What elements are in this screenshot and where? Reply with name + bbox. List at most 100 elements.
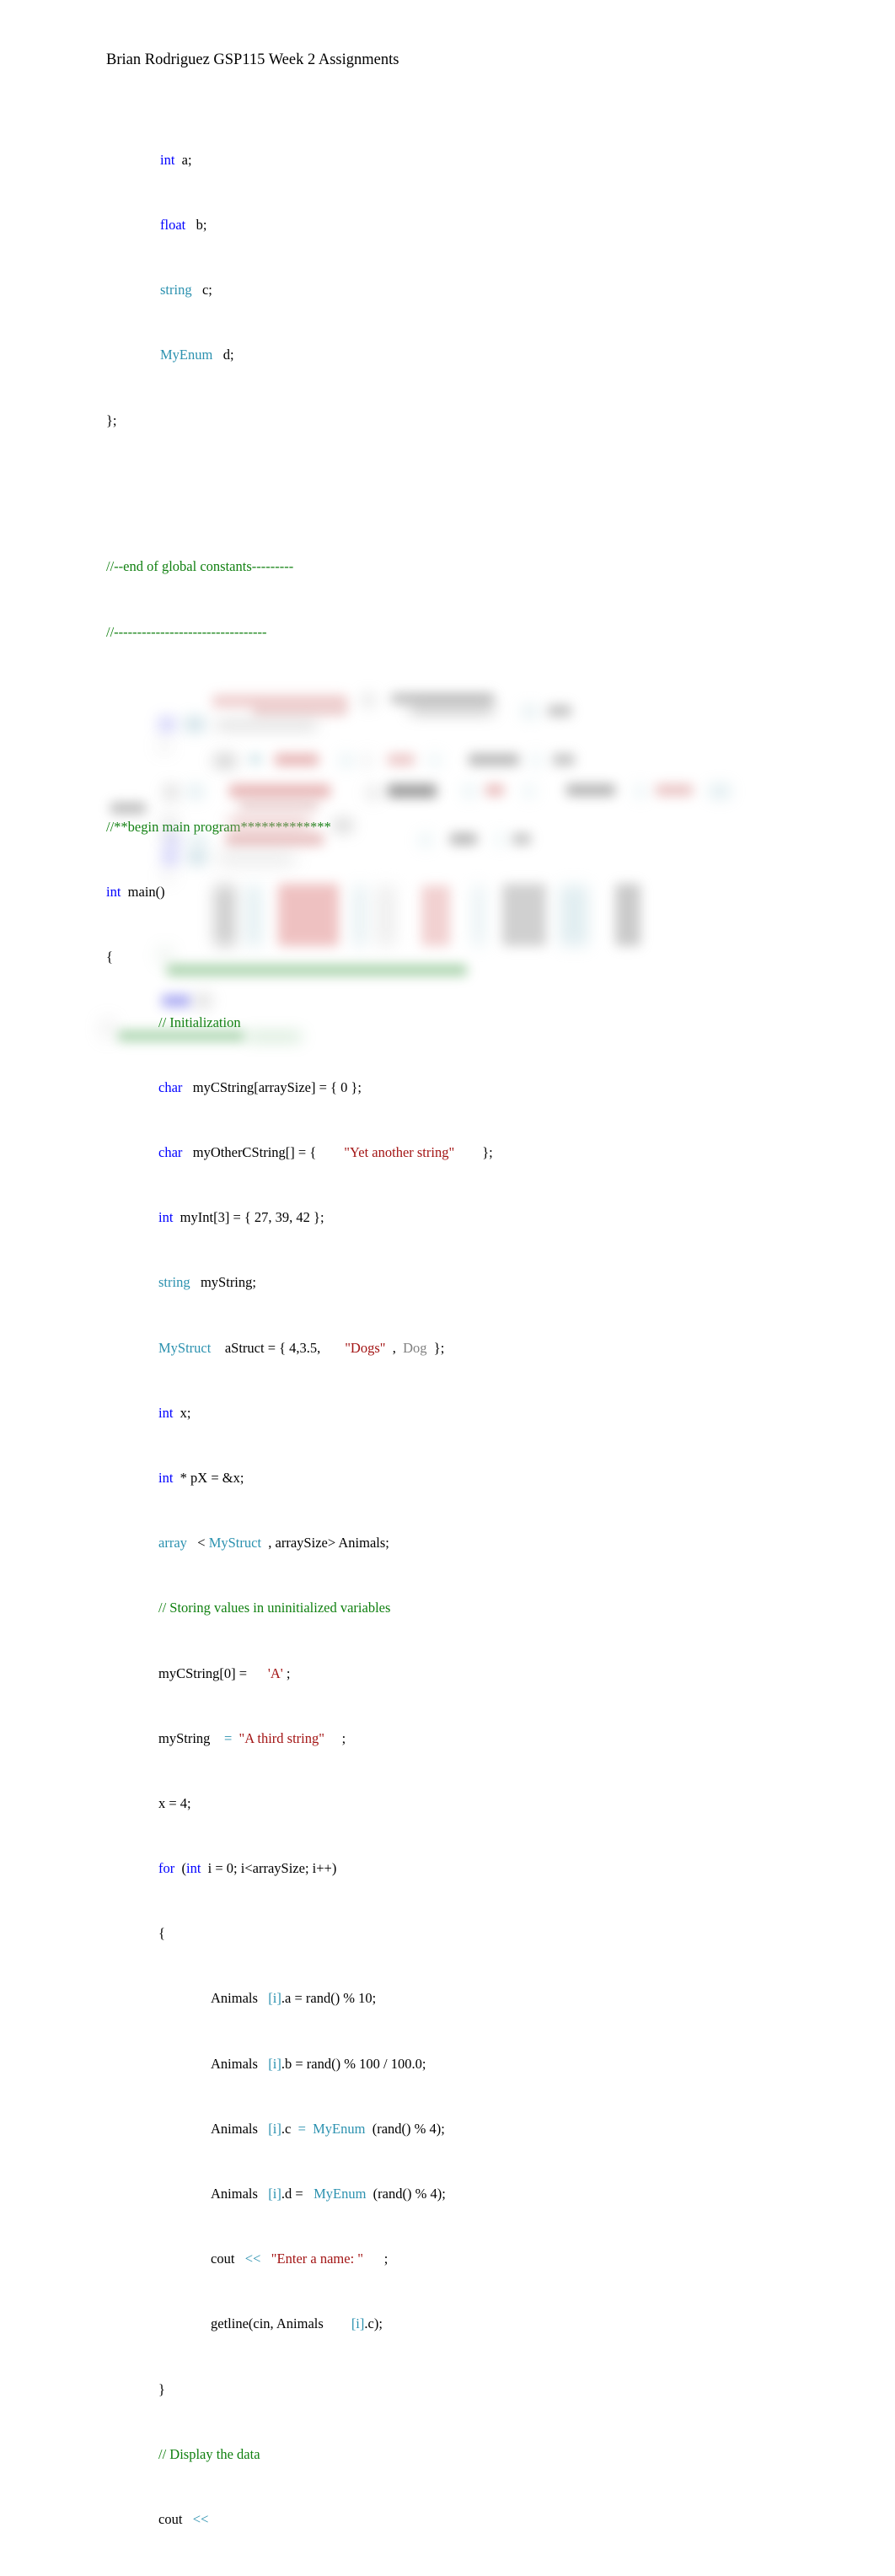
- cout-prompt-pre: cout: [211, 2251, 245, 2267]
- cout-prompt-tail: ;: [363, 2251, 389, 2267]
- array-mid: <: [186, 1535, 209, 1552]
- code-line-getline: getline(cin, Animals [i].c);: [106, 2315, 848, 2331]
- array-tail: , arraySize> Animals;: [261, 1535, 389, 1552]
- string-literal-a-third-string: "A third string": [238, 1729, 324, 1746]
- loop-open-brace: {: [158, 1925, 165, 1942]
- loop-body-2-mid2: [306, 2121, 313, 2137]
- loop-body-2-pre: Animals: [211, 2120, 269, 2137]
- code-line-comment-initialization: // Initialization: [106, 1014, 848, 1030]
- comment-display-the-data: // Display the data: [158, 2445, 260, 2462]
- type-string: string: [160, 282, 192, 298]
- cout-prompt-mid: [260, 2251, 271, 2267]
- code-line-comment-begin-main: //**begin main program*************: [106, 819, 848, 835]
- code-line-loop-close-brace: }: [106, 2381, 848, 2397]
- x-assign: x = 4;: [158, 1794, 191, 1811]
- code-line-mystring-decl: string myString;: [106, 1274, 848, 1290]
- struct-member-2-rest: c;: [191, 282, 212, 298]
- keyword-int: int: [160, 151, 175, 168]
- code-line-struct-member-2: string c;: [106, 282, 848, 298]
- loop-body-2-tail: (rand() % 4);: [365, 2120, 445, 2137]
- loop-body-0-tail: .a = rand() % 10;: [281, 1990, 377, 2007]
- array-index-2: [i]: [268, 2120, 281, 2137]
- string-literal-dogs: "Dogs": [345, 1339, 386, 1356]
- code-listing: int a; float b; string c; MyEnum d; }; /…: [106, 103, 848, 2576]
- array-index-1: [i]: [268, 2055, 281, 2072]
- operator-assign-c: =: [297, 2120, 306, 2137]
- loop-body-1-tail: .b = rand() % 100 / 100.0;: [281, 2055, 426, 2072]
- myint-decl-rest: myInt[3] = { 27, 39, 42 };: [173, 1209, 324, 1226]
- mystring-assign-pre: myString: [158, 1729, 224, 1746]
- type-myenum: MyEnum: [160, 347, 213, 363]
- type-myenum-cast-1: MyEnum: [314, 2186, 367, 2202]
- code-line-mystring-assign: myString = "A third string" ;: [106, 1730, 848, 1746]
- mycstring-assign-pre: myCString[0] =: [158, 1664, 268, 1681]
- code-line-cout-prompt: cout << "Enter a name: " ;: [106, 2251, 848, 2267]
- loop-body-3-mid: .d =: [281, 2186, 314, 2202]
- code-line-array-decl: array < MyStruct , arraySize> Animals;: [106, 1535, 848, 1551]
- myothercstring-mid: myOtherCString[] = {: [182, 1144, 345, 1160]
- type-array: array: [158, 1535, 187, 1552]
- code-line-struct-member-3: MyEnum d;: [106, 347, 848, 363]
- keyword-int-loopvar: int: [186, 1860, 201, 1877]
- document-header: Brian Rodriguez GSP115 Week 2 Assignment…: [106, 51, 399, 68]
- code-line-cout-display: cout <<: [106, 2511, 848, 2527]
- keyword-int-main: int: [106, 884, 121, 901]
- code-line-astruct-decl: MyStruct aStruct = { 4,3.5, "Dogs" , Dog…: [106, 1340, 848, 1356]
- type-mystruct-astruct: MyStruct: [158, 1339, 212, 1356]
- loop-body-3-pre: Animals: [211, 2186, 269, 2202]
- px-decl-rest: * pX = &x;: [173, 1469, 244, 1486]
- array-index-0: [i]: [268, 1990, 281, 2007]
- code-line-myint-decl: int myInt[3] = { 27, 39, 42 };: [106, 1209, 848, 1225]
- code-line-for-loop: for (int i = 0; i<arraySize; i++): [106, 1860, 848, 1876]
- comment-divider: //---------------------------------: [106, 623, 267, 640]
- struct-close-brace: };: [106, 411, 117, 428]
- code-line-loop-body-2: Animals [i].c = MyEnum (rand() % 4);: [106, 2121, 848, 2137]
- mystring-assign-mid: [232, 1730, 238, 1746]
- operator-stream-insert-1: <<: [192, 2510, 209, 2527]
- mycstring-decl-rest: myCString[arraySize] = { 0 };: [182, 1078, 362, 1095]
- loop-body-3-tail: (rand() % 4);: [366, 2186, 446, 2202]
- astruct-tail: };: [426, 1339, 445, 1356]
- astruct-mid2: ,: [385, 1339, 404, 1356]
- getline-tail: .c);: [364, 2315, 383, 2332]
- mystring-decl-rest: myString;: [190, 1274, 256, 1291]
- code-line-mycstring-assign: myCString[0] = 'A' ;: [106, 1665, 848, 1681]
- loop-body-0-pre: Animals: [211, 1990, 269, 2007]
- code-line-comment-divider: //---------------------------------: [106, 624, 848, 640]
- astruct-mid: aStruct = { 4,3.5,: [211, 1339, 346, 1356]
- comment-initialization: // Initialization: [158, 1014, 241, 1030]
- document-page: Brian Rodriguez GSP115 Week 2 Assignment…: [0, 0, 895, 2527]
- for-mid: (: [174, 1860, 187, 1877]
- code-line-x-decl: int x;: [106, 1405, 848, 1421]
- keyword-int-px: int: [158, 1469, 174, 1486]
- struct-member-1-rest: b;: [185, 217, 207, 234]
- code-line-comment-end-globals: //--end of global constants---------: [106, 558, 848, 574]
- code-line-struct-member-1: float b;: [106, 217, 848, 233]
- keyword-int-x: int: [158, 1404, 174, 1421]
- enum-value-dog: Dog: [403, 1339, 427, 1356]
- keyword-char-1: char: [158, 1144, 183, 1160]
- string-literal-yet-another-string: "Yet another string": [344, 1144, 455, 1160]
- code-line-main-open-brace: {: [106, 949, 848, 965]
- keyword-char-0: char: [158, 1078, 183, 1095]
- getline-pre: getline(cin, Animals: [211, 2315, 351, 2332]
- array-index-getline: [i]: [351, 2315, 365, 2332]
- code-line-comment-storing: // Storing values in uninitialized varia…: [106, 1600, 848, 1616]
- code-line-main-signature: int main(): [106, 884, 848, 900]
- array-index-3: [i]: [268, 2186, 281, 2202]
- code-line-mycstring-decl: char myCString[arraySize] = { 0 };: [106, 1079, 848, 1095]
- code-line-struct-member-0: int a;: [106, 152, 848, 168]
- mycstring-assign-tail: ;: [282, 1664, 291, 1681]
- keyword-float: float: [160, 217, 186, 234]
- loop-body-1-pre: Animals: [211, 2055, 269, 2072]
- string-literal-enter-a-name: "Enter a name: ": [271, 2251, 364, 2267]
- code-line-struct-close: };: [106, 412, 848, 428]
- code-line-loop-open-brace: {: [106, 1925, 848, 1941]
- code-line-loop-body-0: Animals [i].a = rand() % 10;: [106, 1990, 848, 2006]
- operator-assign-mystring: =: [223, 1729, 233, 1746]
- struct-member-0-rest: a;: [174, 151, 192, 168]
- for-tail: i = 0; i<arraySize; i++): [201, 1860, 337, 1877]
- loop-close-brace: }: [158, 2380, 165, 2397]
- main-open-brace: {: [106, 949, 113, 965]
- mystring-assign-tail: ;: [324, 1729, 346, 1746]
